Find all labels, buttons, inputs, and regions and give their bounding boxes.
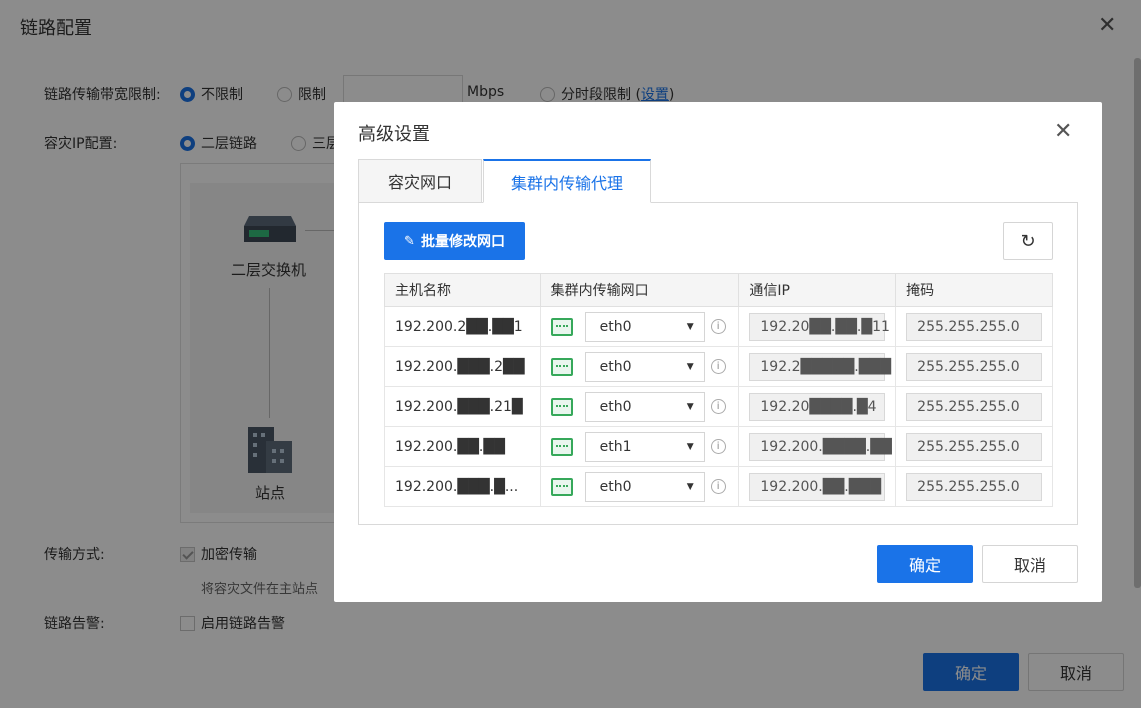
modal-cancel-button[interactable]: 取消 xyxy=(982,545,1078,583)
nic-select[interactable]: eth0 ▼ xyxy=(584,311,705,342)
caret-down-icon: ▼ xyxy=(686,481,694,492)
host-name: 192.200.2██.██1 xyxy=(395,318,523,335)
info-icon[interactable]: i xyxy=(710,359,726,374)
mask-field: 255.255.255.0 xyxy=(906,432,1043,461)
nic-select[interactable]: eth0 ▼ xyxy=(584,471,705,502)
tab-cluster-proxy[interactable]: 集群内传输代理 xyxy=(483,159,651,203)
info-icon[interactable]: i xyxy=(710,319,726,334)
ip-field: 192.20████.█4 xyxy=(749,392,886,421)
network-card-icon xyxy=(550,437,573,456)
ip-field: 192.2█████.███ xyxy=(749,352,891,381)
nic-select[interactable]: eth0 ▼ xyxy=(584,351,705,382)
ip-field: 192.200.████.██ xyxy=(749,432,892,461)
caret-down-icon: ▼ xyxy=(686,361,694,372)
ip-field: 192.200.██.███ xyxy=(749,472,886,501)
host-name: 192.200.███.2██ xyxy=(395,358,525,375)
close-icon[interactable]: ✕ xyxy=(1054,120,1072,144)
network-card-icon xyxy=(550,317,573,336)
host-name: 192.200.██.██ xyxy=(395,438,505,455)
mask-field: 255.255.255.0 xyxy=(906,472,1043,501)
pencil-icon: ✎ xyxy=(404,233,415,249)
table-row: 192.200.███.21█ eth0 ▼ i 192.20████.█4 255… xyxy=(384,386,1053,427)
refresh-button[interactable]: ↻ xyxy=(1003,222,1053,260)
mask-field: 255.255.255.0 xyxy=(906,352,1043,381)
mask-field: 255.255.255.0 xyxy=(906,312,1043,341)
host-name: 192.200.███.█... xyxy=(395,478,519,495)
info-icon[interactable]: i xyxy=(710,439,726,454)
nic-select[interactable]: eth0 ▼ xyxy=(584,391,705,422)
refresh-icon: ↻ xyxy=(1020,230,1036,252)
advanced-settings-modal: 高级设置 ✕ 容灾网口 集群内传输代理 ✎ 批量修改网口 ↻ 主机名称 集群内传输… xyxy=(334,102,1102,602)
caret-down-icon: ▼ xyxy=(686,321,694,332)
column-header-mask: 掩码 xyxy=(895,273,1053,307)
column-header-ip: 通信IP xyxy=(738,273,897,307)
batch-edit-nic-button[interactable]: ✎ 批量修改网口 xyxy=(384,222,525,260)
nic-select[interactable]: eth1 ▼ xyxy=(584,431,705,462)
column-header-host: 主机名称 xyxy=(384,273,541,307)
info-icon[interactable]: i xyxy=(710,399,726,414)
host-name: 192.200.███.21█ xyxy=(395,398,523,415)
info-icon[interactable]: i xyxy=(710,479,726,494)
network-card-icon xyxy=(550,357,573,376)
caret-down-icon: ▼ xyxy=(686,401,694,412)
mask-field: 255.255.255.0 xyxy=(906,392,1043,421)
caret-down-icon: ▼ xyxy=(686,441,694,452)
modal-ok-button[interactable]: 确定 xyxy=(877,545,973,583)
tab-dr-nic[interactable]: 容灾网口 xyxy=(358,159,482,203)
network-card-icon xyxy=(550,397,573,416)
host-table: 主机名称 集群内传输网口 通信IP 掩码 192.200.2██.██1 eth… xyxy=(384,273,1053,507)
ip-field: 192.20██.██.█11 xyxy=(749,312,890,341)
network-card-icon xyxy=(550,477,573,496)
table-row: 192.200.███.2██ eth0 ▼ i 192.2█████.███ 25… xyxy=(384,346,1053,387)
table-row: 192.200.███.█... eth0 ▼ i 192.200.██.███ 2… xyxy=(384,466,1053,507)
column-header-nic: 集群内传输网口 xyxy=(539,273,740,307)
table-row: 192.200.2██.██1 eth0 ▼ i 192.20██.██.█11 2… xyxy=(384,306,1053,347)
table-header-row: 主机名称 集群内传输网口 通信IP 掩码 xyxy=(384,273,1053,307)
modal-title: 高级设置 xyxy=(358,124,430,145)
table-row: 192.200.██.██ eth1 ▼ i 192.200.████.██ 255… xyxy=(384,426,1053,467)
